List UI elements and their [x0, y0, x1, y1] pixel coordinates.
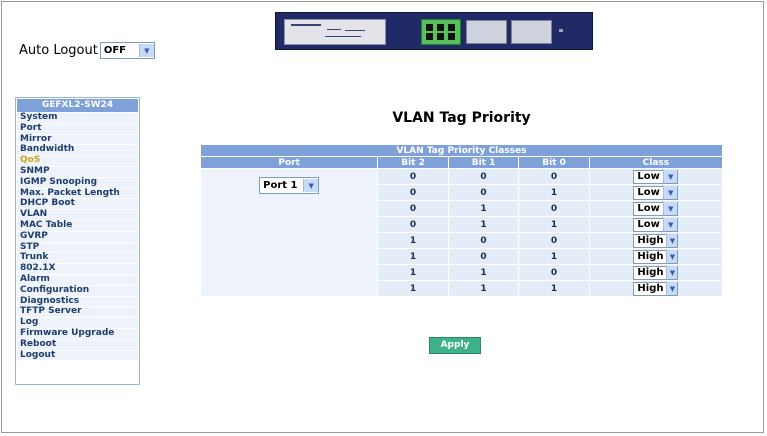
chevron-down-icon: ▼ — [666, 250, 678, 263]
sidebar-item-configuration[interactable]: Configuration — [17, 285, 138, 297]
column-header-bit2: Bit 2 — [378, 157, 448, 168]
device-led — [559, 29, 563, 32]
device-panel — [511, 20, 552, 44]
class-select-value: High — [637, 283, 664, 294]
apply-button[interactable]: Apply — [429, 337, 481, 354]
class-cell: High ▼ — [589, 281, 722, 296]
bit2-cell: 0 — [378, 201, 448, 216]
chevron-down-icon: ▼ — [666, 266, 678, 279]
column-header-bit1: Bit 1 — [448, 157, 519, 168]
bit0-cell: 0 — [519, 169, 589, 184]
chevron-down-icon: ▼ — [138, 44, 154, 57]
class-select-value: Low — [637, 171, 660, 182]
chevron-down-icon: ▼ — [662, 218, 678, 231]
vlan-priority-table: VLAN Tag Priority Classes Port Bit 2 Bit… — [200, 144, 723, 297]
class-select-value: Low — [637, 187, 660, 198]
auto-logout-select[interactable]: OFF ▼ — [99, 42, 155, 59]
bit2-cell: 0 — [378, 169, 448, 184]
port-select[interactable]: Port 1 ▼ — [259, 177, 320, 194]
device-faceplate — [284, 19, 386, 45]
class-cell: Low ▼ — [589, 201, 722, 216]
column-header-class: Class — [589, 157, 722, 168]
auto-logout-label: Auto Logout — [19, 43, 98, 58]
class-select[interactable]: Low ▼ — [633, 169, 679, 184]
class-select[interactable]: High ▼ — [633, 249, 679, 264]
table-title: VLAN Tag Priority Classes — [201, 145, 722, 156]
bit0-cell: 0 — [519, 201, 589, 216]
bit1-cell: 1 — [448, 201, 519, 216]
bit1-cell: 0 — [448, 249, 519, 264]
class-cell: High ▼ — [589, 265, 722, 280]
class-select[interactable]: Low ▼ — [633, 217, 679, 232]
class-select[interactable]: High ▼ — [633, 281, 679, 296]
table-row: Port 1 ▼ 0 0 0 Low ▼ — [201, 169, 722, 296]
bit1-cell: 0 — [448, 169, 519, 184]
bit0-cell: 1 — [519, 217, 589, 232]
bit2-cell: 0 — [378, 185, 448, 200]
bit0-cell: 1 — [519, 249, 589, 264]
sidebar-item-reboot[interactable]: Reboot — [17, 339, 138, 351]
bit1-cell: 0 — [448, 233, 519, 248]
chevron-down-icon: ▼ — [662, 186, 678, 199]
class-select[interactable]: Low ▼ — [633, 201, 679, 216]
chevron-down-icon: ▼ — [666, 234, 678, 247]
bit2-cell: 1 — [378, 249, 448, 264]
bit1-cell: 1 — [448, 217, 519, 232]
bit0-cell: 1 — [519, 281, 589, 296]
class-select-value: High — [637, 267, 664, 278]
class-cell: Low ▼ — [589, 169, 722, 184]
bit1-cell: 0 — [448, 185, 519, 200]
port-select-value: Port 1 — [263, 180, 298, 191]
page-title: VLAN Tag Priority — [392, 110, 531, 126]
sidebar-item-logout[interactable]: Logout — [17, 350, 138, 362]
class-select[interactable]: High ▼ — [633, 265, 679, 280]
bit2-cell: 1 — [378, 281, 448, 296]
auto-logout-value: OFF — [103, 45, 126, 56]
class-select-value: High — [637, 235, 664, 246]
class-select[interactable]: High ▼ — [633, 233, 679, 248]
sidebar-item-gvrp[interactable]: GVRP — [17, 231, 138, 243]
class-select-value: Low — [637, 203, 660, 214]
port-cell: Port 1 ▼ — [201, 169, 378, 296]
class-cell: High ▼ — [589, 249, 722, 264]
auto-logout: Auto Logout OFF ▼ — [19, 42, 155, 59]
sidebar-title: GEFXL2-SW24 — [17, 99, 138, 112]
sidebar-items: System Port Mirror Bandwidth QoS SNMP IGMP Sno… — [16, 112, 139, 362]
chevron-down-icon: ▼ — [666, 282, 678, 295]
column-header-port: Port — [201, 157, 378, 168]
bit1-cell: 1 — [448, 265, 519, 280]
bit0-cell: 0 — [519, 233, 589, 248]
chevron-down-icon: ▼ — [662, 170, 678, 183]
class-cell: Low ▼ — [589, 185, 722, 200]
chevron-down-icon: ▼ — [662, 202, 678, 215]
device-ports — [421, 19, 461, 45]
chevron-down-icon: ▼ — [303, 179, 319, 192]
class-select[interactable]: Low ▼ — [633, 185, 679, 200]
bit2-cell: 1 — [378, 265, 448, 280]
class-cell: High ▼ — [589, 233, 722, 248]
class-select-value: Low — [637, 219, 660, 230]
sidebar-item-port[interactable]: Port — [17, 123, 138, 135]
bit2-cell: 0 — [378, 217, 448, 232]
switch-device-image — [275, 12, 593, 50]
table-header-row: Port Bit 2 Bit 1 Bit 0 Class — [201, 157, 722, 168]
class-cell: Low ▼ — [589, 217, 722, 232]
bit1-cell: 1 — [448, 281, 519, 296]
bit0-cell: 0 — [519, 265, 589, 280]
bit2-cell: 1 — [378, 233, 448, 248]
class-select-value: High — [637, 251, 664, 262]
sidebar-menu: GEFXL2-SW24 System Port Mirror Bandwidth QoS… — [15, 97, 140, 385]
bit0-cell: 1 — [519, 185, 589, 200]
device-panel — [466, 20, 507, 44]
column-header-bit0: Bit 0 — [519, 157, 589, 168]
sidebar-item-igmp-snooping[interactable]: IGMP Snooping — [17, 177, 138, 189]
